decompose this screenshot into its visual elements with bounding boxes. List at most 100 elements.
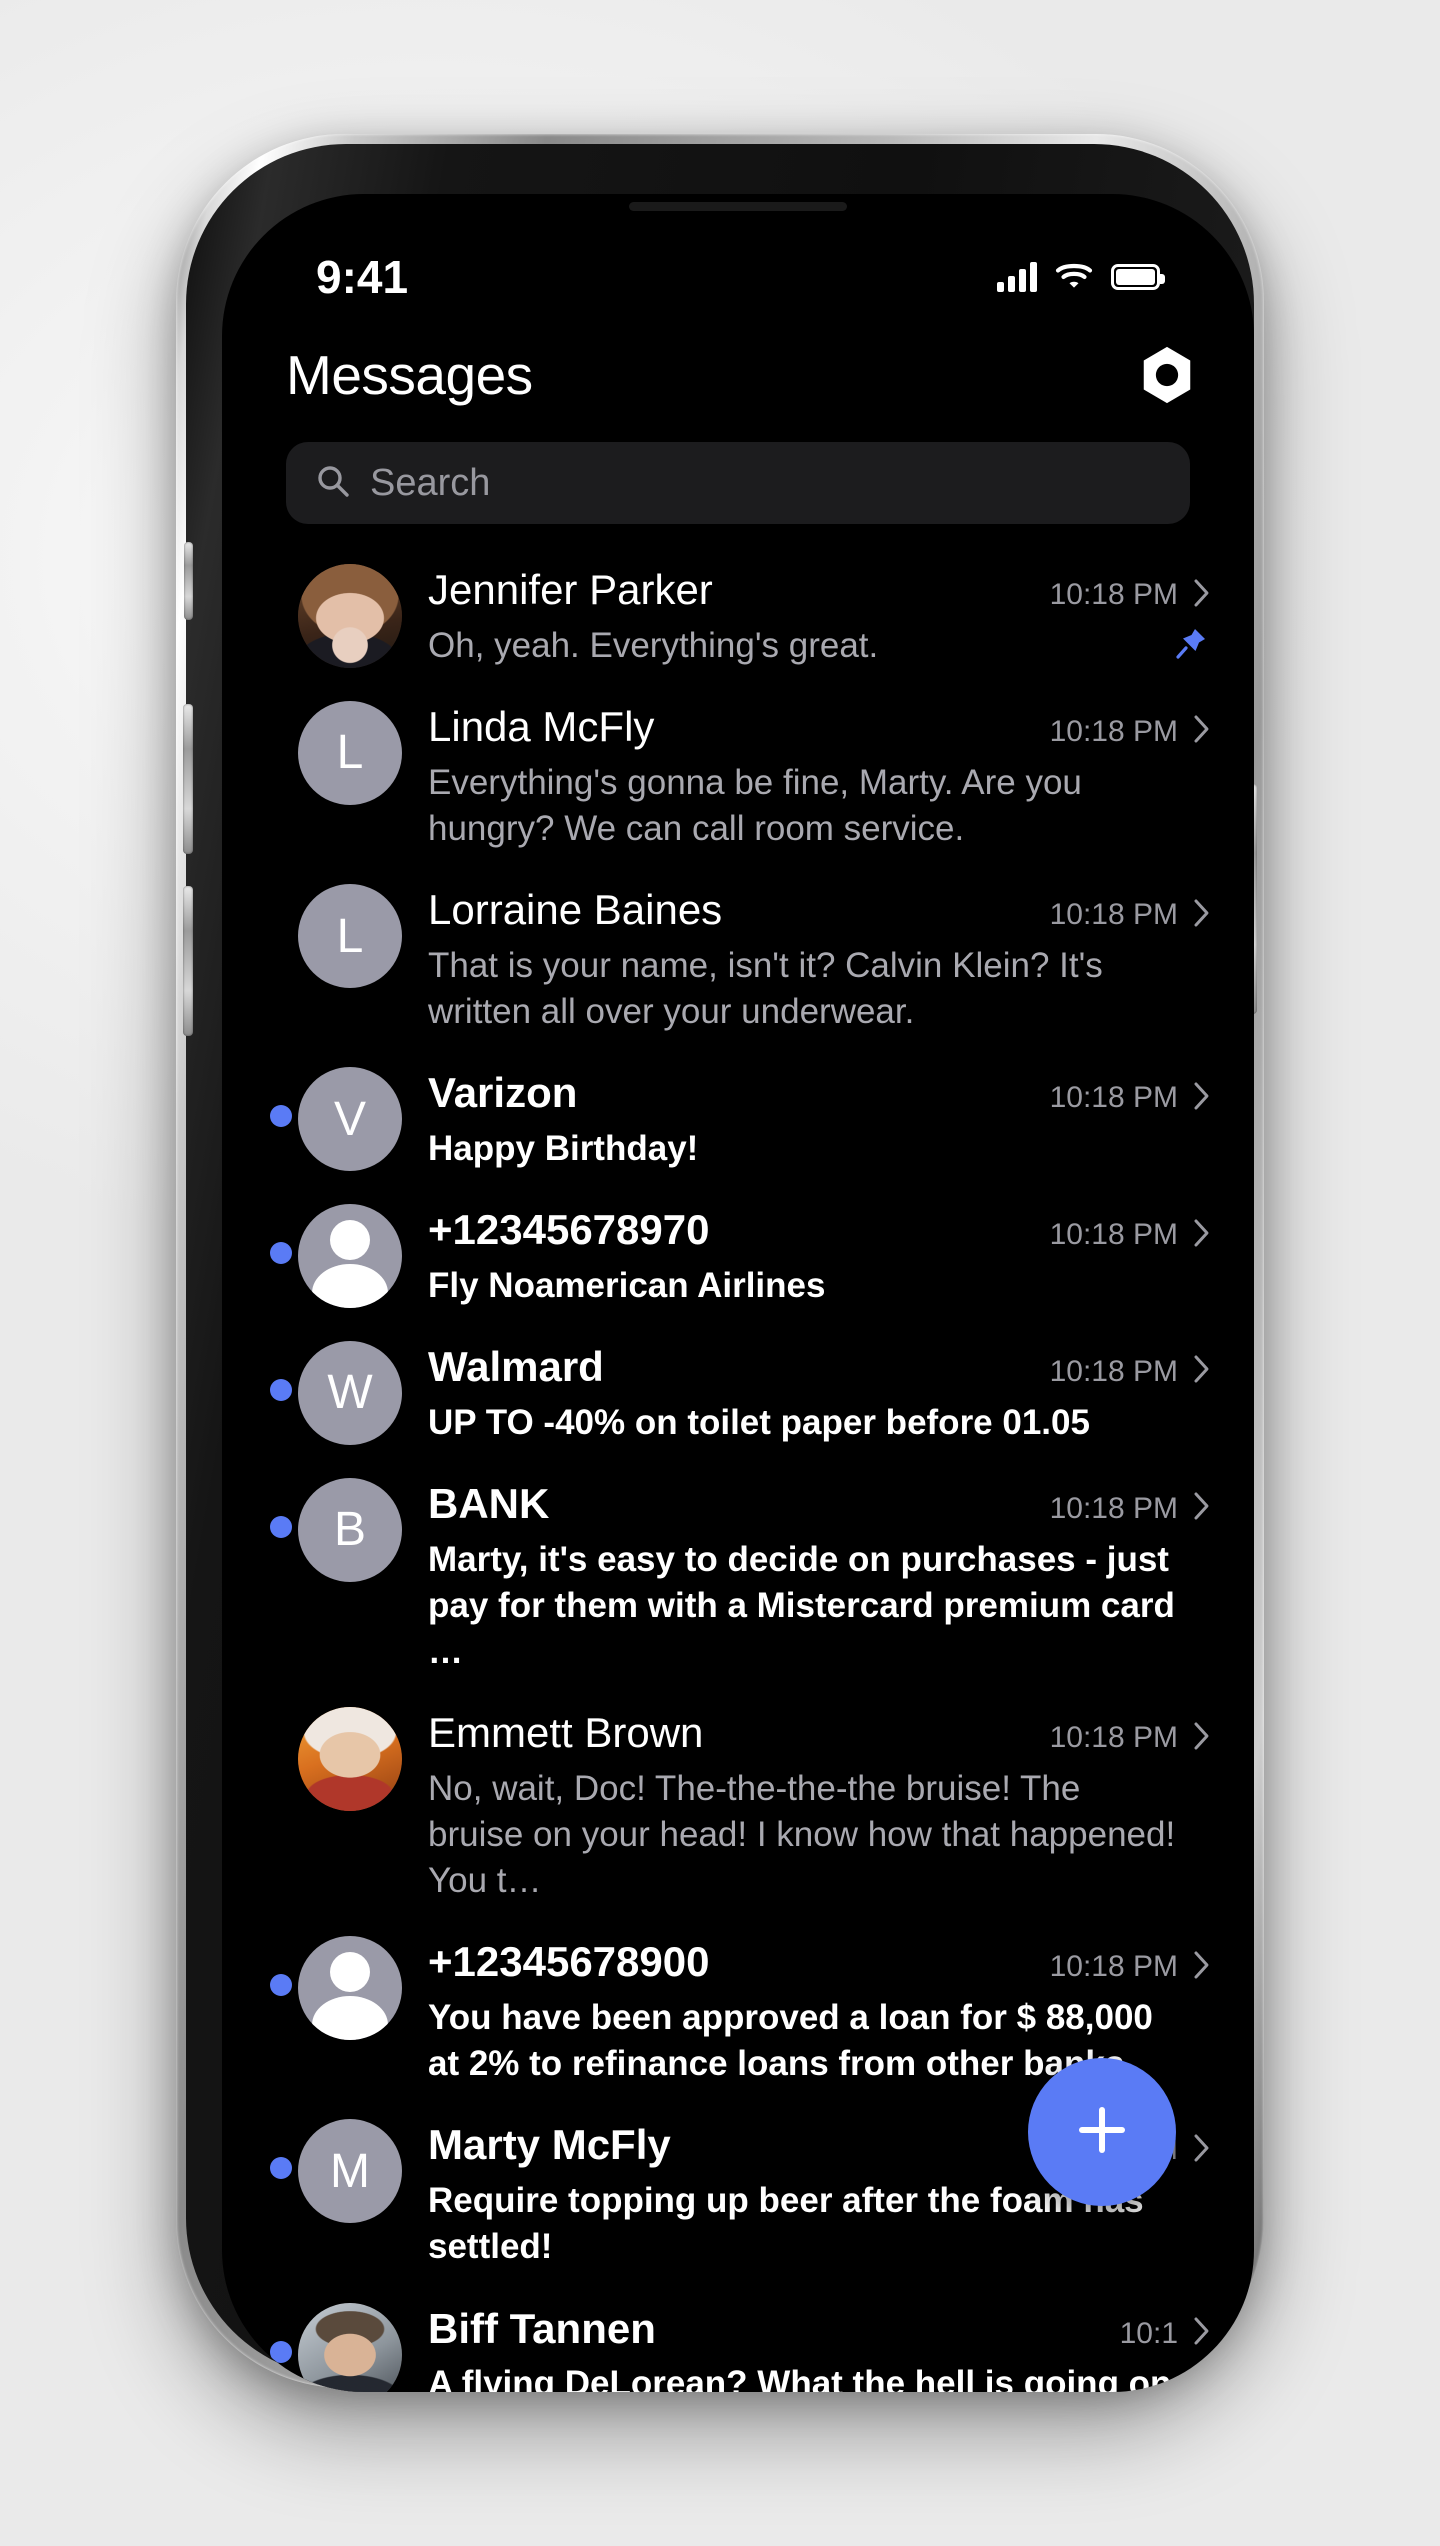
avatar[interactable]: M	[298, 2119, 402, 2224]
conversation-preview: Oh, yeah. Everything's great.	[428, 625, 879, 665]
search-bar[interactable]: Search	[286, 442, 1190, 524]
conversation-row[interactable]: W Walmard 10:18 PM UP TO -40% on toilet pap…	[222, 1325, 1254, 1462]
conversation-header-line: Lorraine Baines 10:18 PM	[428, 886, 1212, 935]
conversation-name: Varizon	[428, 1069, 578, 1117]
avatar[interactable]: L	[298, 884, 402, 988]
search-placeholder: Search	[370, 462, 491, 504]
avatar[interactable]: V	[298, 1067, 402, 1172]
unread-indicator-dot	[270, 1974, 292, 1997]
chevron-right-icon[interactable]	[1192, 2132, 1212, 2169]
conversation-body: Linda McFly 10:18 PM Everything's gonna be…	[428, 701, 1212, 852]
cellular-signal-icon	[997, 262, 1037, 292]
conversation-header-line: +12345678900 10:18 PM	[428, 1938, 1212, 1987]
avatar[interactable]: L	[298, 700, 402, 805]
conversation-timestamp: 10:18 PM	[1049, 1081, 1178, 1115]
phone-device: 9:41 Messages Search Jennifer Parker 10:…	[168, 112, 1272, 2402]
chevron-right-icon[interactable]	[1192, 713, 1212, 750]
avatar-photo	[298, 2302, 402, 2392]
conversation-name: Lorraine Baines	[428, 886, 723, 933]
page-title: Messages	[286, 344, 533, 406]
unread-indicator-dot	[270, 1242, 292, 1264]
avatar-initial: L	[336, 726, 364, 780]
conversation-body: +12345678970 10:18 PM Fly Noamerican Airli…	[428, 1204, 1212, 1309]
volume-up-button[interactable]	[183, 704, 193, 854]
conversation-row[interactable]: Biff Tannen 10:1 A flying DeLorean? What t…	[222, 2287, 1254, 2392]
avatar[interactable]: B	[298, 1477, 402, 1582]
conversation-row[interactable]: Jennifer Parker 10:18 PM Oh, yeah. Everyth…	[222, 548, 1254, 685]
plus-icon	[1071, 2099, 1133, 2166]
volume-down-button[interactable]	[183, 886, 193, 1036]
chevron-right-icon[interactable]	[1192, 1353, 1212, 1390]
battery-full-icon	[1111, 264, 1165, 290]
phone-screen: 9:41 Messages Search Jennifer Parker 10:…	[222, 194, 1254, 2392]
conversation-body: Biff Tannen 10:1 A flying DeLorean? What t…	[428, 2303, 1212, 2392]
avatar[interactable]	[298, 1707, 402, 1812]
conversation-meta: 10:18 PM	[1050, 1720, 1212, 1757]
conversation-preview: Fly Noamerican Airlines	[428, 1265, 826, 1305]
conversation-timestamp: 10:18 PM	[1049, 1354, 1178, 1388]
conversation-preview: UP TO -40% on toilet paper before 01.05	[428, 1402, 1090, 1442]
conversation-row[interactable]: V Varizon 10:18 PM Happy Birthday!	[222, 1051, 1254, 1188]
conversation-name: +12345678970	[428, 1206, 710, 1253]
status-time: 9:41	[316, 251, 409, 303]
conversation-timestamp: 10:1	[1119, 2316, 1178, 2350]
new-message-fab-button[interactable]	[1028, 2058, 1176, 2206]
unread-indicator-dot	[270, 1515, 292, 1538]
chevron-right-icon[interactable]	[1192, 1949, 1212, 1986]
avatar-photo	[298, 564, 402, 668]
conversation-name: Jennifer Parker	[428, 566, 713, 613]
conversation-preview: That is your name, isn't it? Calvin Klei…	[428, 945, 1103, 1031]
avatar[interactable]	[298, 2302, 402, 2392]
chevron-right-icon[interactable]	[1192, 2315, 1212, 2352]
conversation-body: Varizon 10:18 PM Happy Birthday!	[428, 1067, 1212, 1172]
conversation-body: BANK 10:18 PM Marty, it's easy to decide o…	[428, 1478, 1212, 1675]
conversation-header-line: BANK 10:18 PM	[428, 1480, 1212, 1529]
conversation-meta: 10:18 PM	[1050, 1080, 1212, 1117]
conversation-preview: A flying DeLorean? What the hell is goin…	[428, 2364, 1172, 2392]
conversation-preview: No, wait, Doc! The-the-the-the bruise! T…	[428, 1768, 1176, 1901]
conversation-name: Walmard	[428, 1342, 604, 1390]
conversation-header-line: Jennifer Parker 10:18 PM	[428, 566, 1212, 615]
chevron-right-icon[interactable]	[1192, 1217, 1212, 1254]
mute-switch[interactable]	[184, 542, 193, 620]
settings-hex-nut-icon[interactable]	[1136, 344, 1198, 406]
conversation-preview: Marty, it's easy to decide on purchases …	[428, 1539, 1175, 1671]
conversation-meta: 10:18 PM	[1050, 1217, 1212, 1254]
avatar[interactable]	[298, 1204, 402, 1308]
search-input[interactable]: Search	[286, 442, 1190, 524]
conversation-name: Emmett Brown	[428, 1709, 704, 1757]
conversation-row[interactable]: Emmett Brown 10:18 PM No, wait, Doc! The-t…	[222, 1691, 1254, 1920]
conversation-meta: 10:18 PM	[1050, 897, 1212, 934]
conversation-preview: Happy Birthday!	[428, 1128, 699, 1168]
conversation-timestamp: 10:18 PM	[1049, 898, 1178, 931]
chevron-right-icon[interactable]	[1192, 1080, 1212, 1117]
conversation-row[interactable]: L Linda McFly 10:18 PM Everything's gonna b…	[222, 685, 1254, 868]
chevron-right-icon[interactable]	[1192, 1490, 1212, 1527]
conversation-name: Linda McFly	[428, 702, 655, 750]
conversation-row[interactable]: L Lorraine Baines 10:18 PM That is your nam…	[222, 868, 1254, 1051]
chevron-right-icon[interactable]	[1192, 577, 1212, 614]
unread-indicator-dot	[270, 1378, 292, 1401]
chevron-right-icon[interactable]	[1192, 1720, 1212, 1757]
conversation-timestamp: 10:18 PM	[1049, 1491, 1178, 1525]
avatar-initial: B	[333, 1503, 366, 1557]
pin-icon[interactable]	[1174, 626, 1208, 660]
conversation-body: Lorraine Baines 10:18 PM That is your name…	[428, 884, 1212, 1035]
avatar[interactable]	[298, 564, 402, 668]
conversation-timestamp: 10:18 PM	[1049, 1218, 1178, 1251]
avatar-photo	[298, 1707, 402, 1812]
conversation-header-line: Varizon 10:18 PM	[428, 1069, 1212, 1118]
conversation-name: Biff Tannen	[428, 2304, 656, 2352]
conversation-meta: 10:18 PM	[1050, 713, 1212, 750]
conversation-body: Jennifer Parker 10:18 PM Oh, yeah. Everyth…	[428, 564, 1212, 669]
conversation-row[interactable]: +12345678970 10:18 PM Fly Noamerican Airli…	[222, 1188, 1254, 1325]
status-icons	[997, 261, 1165, 294]
phone-chassis: 9:41 Messages Search Jennifer Parker 10:…	[183, 144, 1257, 2392]
conversation-name: BANK	[428, 1479, 550, 1527]
conversation-name: Marty McFly	[428, 2121, 671, 2169]
avatar[interactable]: W	[298, 1340, 402, 1445]
conversation-row[interactable]: B BANK 10:18 PM Marty, it's easy to decide …	[222, 1462, 1254, 1691]
conversation-header-line: Emmett Brown 10:18 PM	[428, 1709, 1212, 1758]
chevron-right-icon[interactable]	[1192, 897, 1212, 934]
avatar[interactable]	[298, 1936, 402, 2041]
